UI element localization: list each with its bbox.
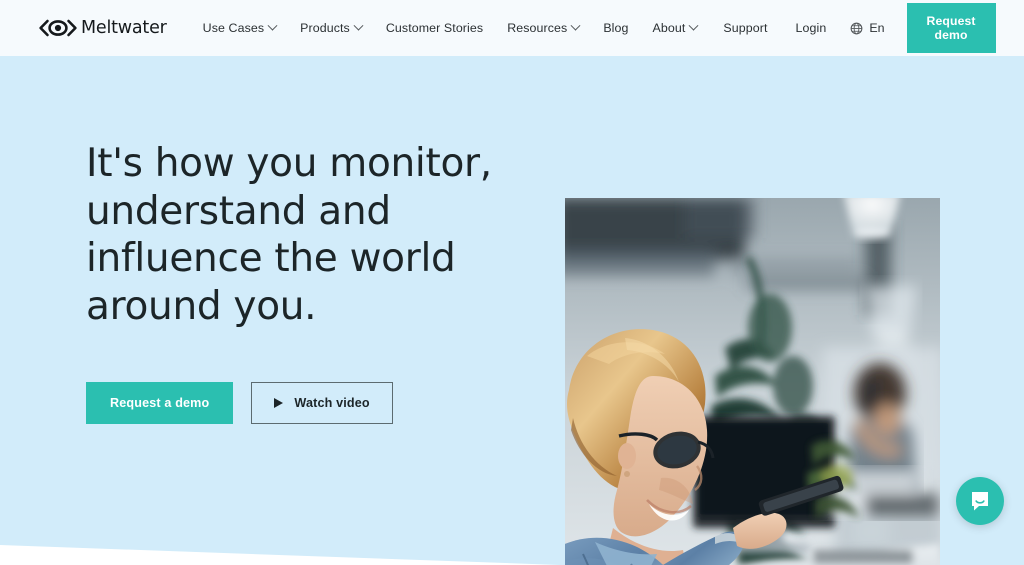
chevron-down-icon (353, 20, 364, 31)
headline-line-3: influence the world (86, 236, 456, 281)
headline-line-4: around you. (86, 283, 317, 329)
hero-headline: It's how you monitor, understand and inf… (86, 140, 506, 330)
nav-item-blog[interactable]: Blog (591, 15, 640, 41)
hero-photo (565, 198, 940, 565)
nav-label: Customer Stories (385, 21, 484, 35)
chevron-down-icon (267, 20, 278, 31)
request-a-demo-button[interactable]: Request a demo (86, 382, 234, 424)
meltwater-logo[interactable]: Meltwater (38, 18, 167, 38)
watch-video-button[interactable]: Watch video (251, 382, 393, 424)
nav-label: Resources (507, 21, 568, 35)
nav-label: Use Cases (202, 21, 265, 35)
play-icon (274, 398, 284, 408)
nav-item-customer-stories[interactable]: Customer Stories (374, 15, 495, 41)
hero-cta-row: Request a demo Watch video (86, 382, 506, 424)
hero-copy: It's how you monitor, understand and inf… (86, 140, 506, 424)
hero-section: It's how you monitor, understand and inf… (0, 56, 1024, 565)
nav-item-login[interactable]: Login (782, 15, 841, 41)
chevron-down-icon (688, 20, 699, 31)
nav-item-support[interactable]: Support (709, 15, 781, 41)
nav-item-products[interactable]: Products (288, 15, 374, 41)
nav-label: Support (723, 21, 768, 35)
chat-bubble-icon (972, 492, 988, 511)
primary-navigation: Use Cases Products Customer Stories Reso… (191, 15, 710, 41)
globe-icon (850, 22, 863, 34)
language-selector[interactable]: En (840, 15, 894, 41)
nav-label: Blog (603, 21, 629, 35)
nav-label: About (652, 21, 686, 35)
nav-label: Login (795, 21, 827, 35)
meltwater-eye-logo-icon (39, 19, 77, 37)
language-label: En (869, 21, 885, 35)
nav-label: Products (300, 21, 350, 35)
site-header: Meltwater Use Cases Products Customer St… (0, 0, 1024, 56)
nav-item-about[interactable]: About (641, 15, 710, 41)
logo-wordmark: Meltwater (81, 18, 167, 38)
chat-widget-button[interactable] (956, 477, 1004, 525)
utility-navigation: Support Login En Request demo (709, 3, 996, 53)
chevron-down-icon (570, 20, 581, 31)
nav-item-resources[interactable]: Resources (495, 15, 591, 41)
watch-video-label: Watch video (294, 396, 370, 410)
page-root: Meltwater Use Cases Products Customer St… (0, 0, 1024, 565)
nav-item-use-cases[interactable]: Use Cases (191, 15, 289, 41)
headline-line-1: It's how you monitor, (86, 141, 492, 186)
headline-line-2: understand and (86, 188, 391, 234)
request-demo-button[interactable]: Request demo (906, 3, 996, 53)
